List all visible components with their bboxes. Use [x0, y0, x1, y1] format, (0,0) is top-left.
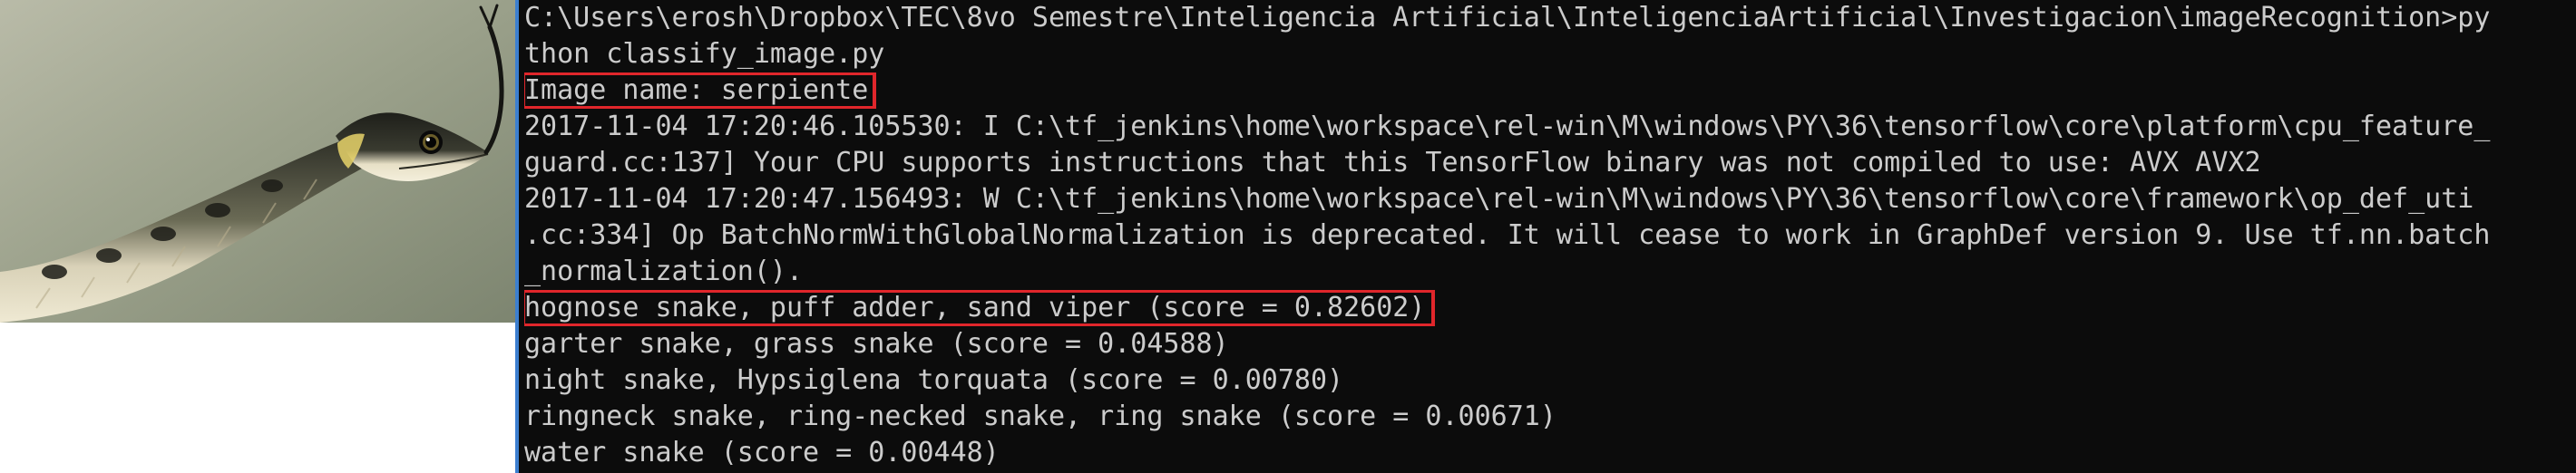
console-line-image-name: Image name: serpiente — [524, 72, 2576, 109]
console-line-top-prediction: hognose snake, puff adder, sand viper (s… — [524, 290, 2576, 326]
highlight-box: Image name: serpiente — [524, 72, 877, 109]
console-output: C:\Users\erosh\Dropbox\TEC\8vo Semestre\… — [524, 0, 2576, 471]
console-line: _normalization(). — [524, 256, 804, 287]
snake-image-icon — [0, 0, 515, 323]
snake-photo — [0, 0, 515, 323]
console-line: garter snake, grass snake (score = 0.045… — [524, 328, 1229, 360]
console-line: C:\Users\erosh\Dropbox\TEC\8vo Semestre\… — [524, 2, 2491, 34]
terminal-window[interactable]: C:\Users\erosh\Dropbox\TEC\8vo Semestre\… — [515, 0, 2576, 473]
screenshot-canvas: C:\Users\erosh\Dropbox\TEC\8vo Semestre\… — [0, 0, 2576, 473]
console-line: water snake (score = 0.00448) — [524, 437, 1000, 468]
console-line: night snake, Hypsiglena torquata (score … — [524, 364, 1344, 396]
highlight-box: hognose snake, puff adder, sand viper (s… — [524, 290, 1436, 326]
console-line: guard.cc:137] Your CPU supports instruct… — [524, 147, 2261, 179]
console-line: .cc:334] Op BatchNormWithGlobalNormaliza… — [524, 219, 2491, 251]
console-line: thon classify_image.py — [524, 38, 885, 70]
console-line: 2017-11-04 17:20:47.156493: W C:\tf_jenk… — [524, 183, 2474, 215]
console-line: 2017-11-04 17:20:46.105530: I C:\tf_jenk… — [524, 111, 2491, 142]
console-line: ringneck snake, ring-necked snake, ring … — [524, 401, 1556, 432]
